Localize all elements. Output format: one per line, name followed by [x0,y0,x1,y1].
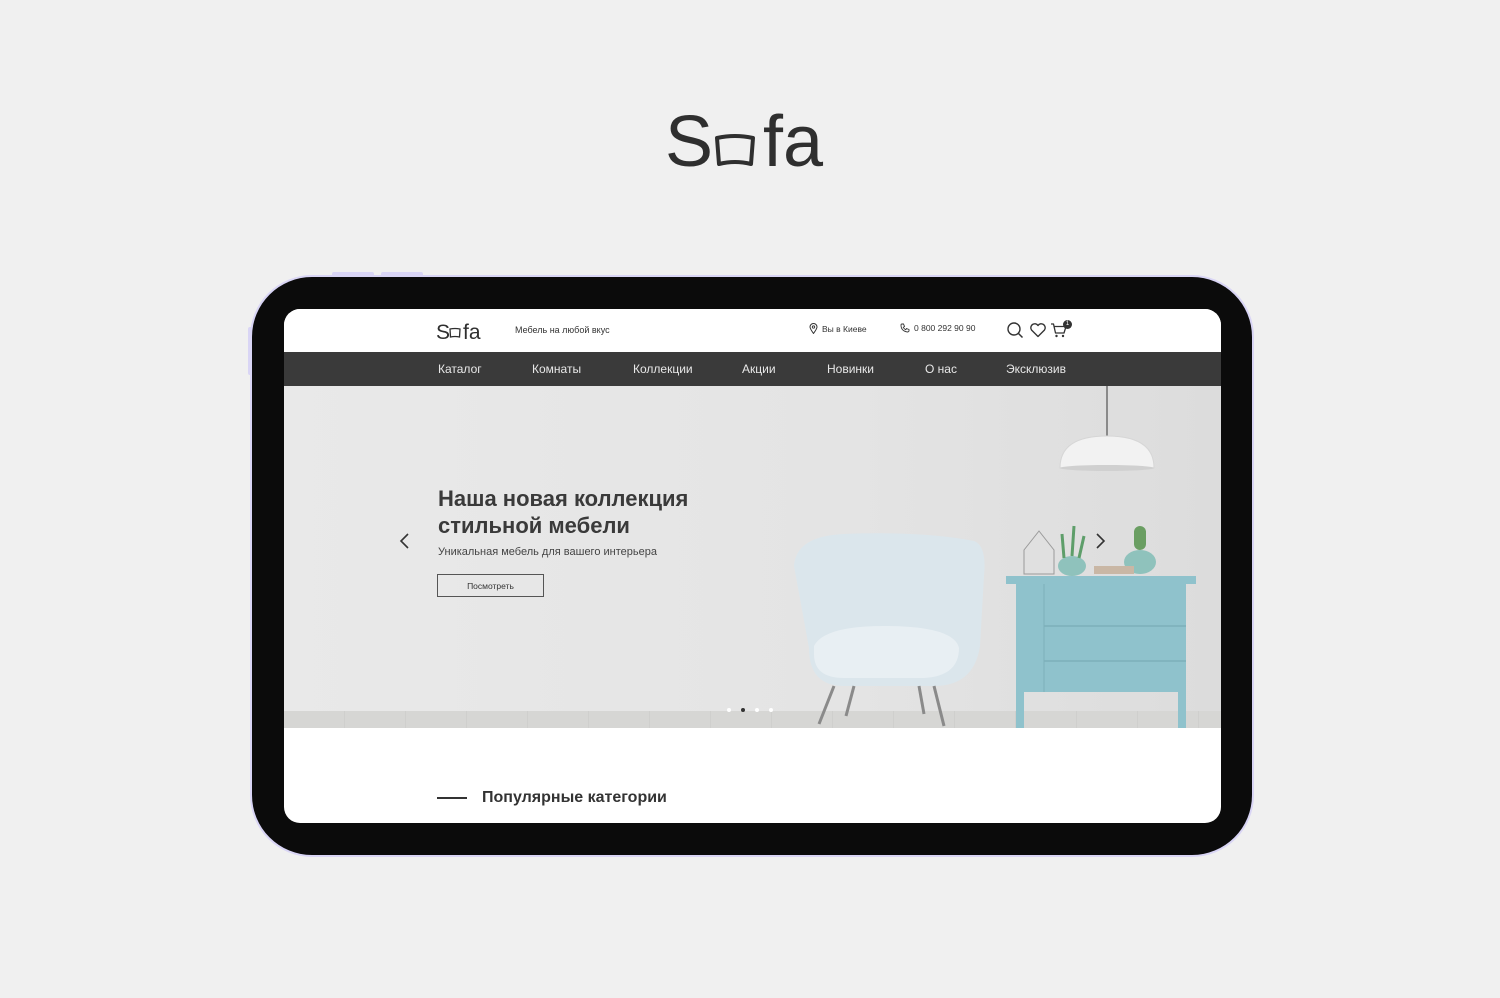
section-divider [437,797,467,799]
svg-text:fa: fa [763,102,824,180]
nav-item-about[interactable]: О нас [925,362,957,376]
hero-furniture-image [794,386,1196,728]
location-icon [809,323,818,334]
nav-item-exclusive[interactable]: Эксклюзив [1006,362,1066,376]
search-icon[interactable] [1006,321,1024,339]
tablet-power-button [381,272,423,276]
header-logo[interactable]: S fa [436,319,488,343]
city-selector[interactable]: Вы в Киеве [809,323,867,334]
nav-item-rooms[interactable]: Комнаты [532,362,581,376]
svg-text:S: S [665,102,713,180]
slider-dot-2[interactable] [741,708,745,712]
website-screen: S fa Мебель на любой вкус Вы в Киеве 0 8… [284,309,1221,823]
slider-dot-3[interactable] [755,708,759,712]
svg-text:fa: fa [463,321,481,343]
phone-link[interactable]: 0 800 292 90 90 [900,323,975,333]
phone-number: 0 800 292 90 90 [914,323,976,333]
svg-text:S: S [436,321,450,343]
slider-dots [727,708,773,712]
slider-dot-4[interactable] [769,708,773,712]
arrow-left-icon[interactable] [398,531,412,551]
slider-dot-1[interactable] [727,708,731,712]
main-nav: Каталог Комнаты Коллекции Акции Новинки … [284,352,1221,386]
hero-title: Наша новая коллекция стильной мебели [438,486,689,538]
site-header: S fa Мебель на любой вкус Вы в Киеве 0 8… [284,309,1221,352]
arrow-right-icon[interactable] [1093,531,1107,551]
section-title: Популярные категории [482,789,667,806]
hero-slider: Наша новая коллекция стильной мебели Уни… [284,386,1221,728]
nav-item-sales[interactable]: Акции [742,362,776,376]
nav-item-collections[interactable]: Коллекции [633,362,693,376]
hero-subtitle: Уникальная мебель для вашего интерьера [438,546,657,558]
view-button[interactable]: Посмотреть [437,574,544,597]
tablet-volume-button [332,272,374,276]
heart-icon[interactable] [1029,321,1047,339]
cart-count-badge: 1 [1063,320,1072,329]
nav-item-new[interactable]: Новинки [827,362,874,376]
site-tagline: Мебель на любой вкус [515,325,610,335]
phone-icon [900,323,910,333]
brand-logo: S fa [665,102,824,180]
city-label: Вы в Киеве [822,323,867,334]
nav-item-catalog[interactable]: Каталог [438,362,482,376]
